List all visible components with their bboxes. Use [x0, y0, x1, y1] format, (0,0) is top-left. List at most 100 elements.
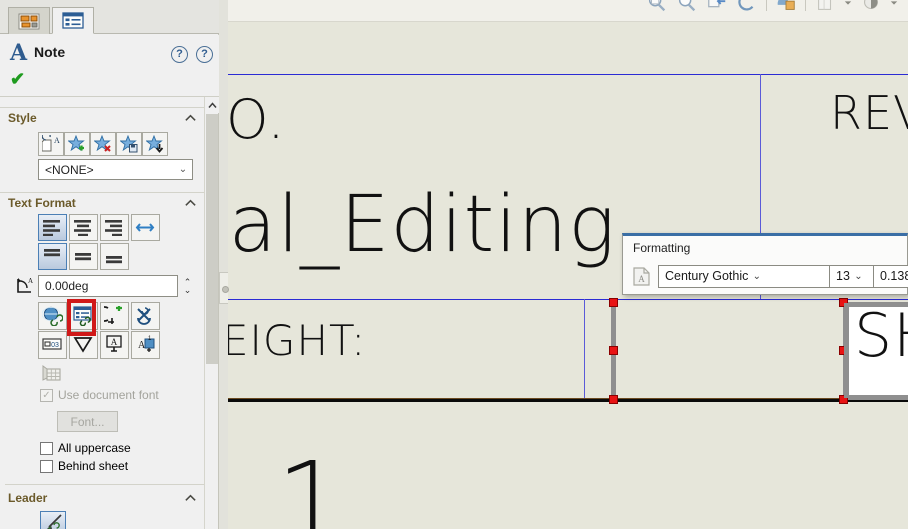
- property-manager-tab[interactable]: [52, 7, 94, 34]
- font-height-field[interactable]: 0.138in: [874, 264, 908, 288]
- font-family-combobox[interactable]: Century Gothic ⌄: [658, 264, 830, 288]
- leader-style-button[interactable]: [40, 511, 66, 529]
- property-list-icon: [62, 12, 84, 29]
- insert-datum-feature-button[interactable]: A 1: [131, 331, 160, 359]
- document-font-icon[interactable]: A: [631, 265, 652, 287]
- titleblock-rule-top: [228, 74, 908, 75]
- formatting-toolbar[interactable]: Formatting A Century Gothic ⌄ 13 ⌄ 0.138…: [622, 233, 908, 295]
- style-group-label: Style: [8, 111, 37, 125]
- chevron-down-icon[interactable]: ⌄: [850, 271, 867, 282]
- panel-splitter-grip[interactable]: [222, 286, 229, 293]
- svg-text:A: A: [111, 337, 118, 347]
- lock-unlock-note-button[interactable]: [131, 302, 160, 330]
- all-uppercase-row[interactable]: All uppercase: [40, 441, 131, 455]
- insert-hyperlink-button[interactable]: [38, 302, 67, 330]
- font-family-value: Century Gothic: [665, 269, 749, 283]
- stepper-down-icon[interactable]: ⌄: [184, 286, 192, 295]
- chevron-up-icon[interactable]: [184, 112, 197, 125]
- chevron-down-icon[interactable]: ⌄: [174, 164, 192, 175]
- drawing-text-sheet-number[interactable]: 1: [276, 438, 347, 529]
- font-size-combobox[interactable]: 13 ⌄: [830, 264, 874, 288]
- load-style-button[interactable]: [142, 132, 168, 156]
- align-center-button[interactable]: [69, 214, 98, 241]
- surface-finish-icon: A: [106, 335, 122, 352]
- tolerance-icon: [73, 337, 93, 353]
- view-toolbar[interactable]: [228, 0, 908, 22]
- all-uppercase-checkbox[interactable]: [40, 441, 53, 455]
- star-plus-icon: [68, 135, 85, 152]
- weightrow-handle-bottom[interactable]: [609, 395, 618, 404]
- apply-default-style-icon: A: [42, 135, 60, 152]
- view-orientation-icon[interactable]: [814, 0, 836, 14]
- text-angle-stepper[interactable]: ⌃ ⌄: [180, 275, 195, 297]
- titleblock-rule-middle: [228, 299, 908, 300]
- style-group-header[interactable]: Style: [0, 107, 205, 129]
- confirm-ok-button[interactable]: ✔: [10, 70, 25, 88]
- align-top-button[interactable]: [38, 243, 67, 270]
- titleblock-border-bottom: [228, 399, 908, 402]
- insert-table-button[interactable]: [38, 360, 67, 386]
- style-combobox[interactable]: <NONE> ⌄: [38, 159, 193, 180]
- drawing-text-rev[interactable]: REV: [830, 86, 908, 140]
- zoom-in-out-icon[interactable]: [676, 0, 698, 14]
- text-format-group-header[interactable]: Text Format: [0, 192, 205, 214]
- formatting-toolbar-title: Formatting: [633, 241, 691, 255]
- use-document-font-row[interactable]: ✓ Use document font: [40, 388, 159, 402]
- align-justify-button[interactable]: [131, 214, 160, 241]
- align-right-button[interactable]: [100, 214, 129, 241]
- align-left-button[interactable]: [38, 214, 67, 241]
- zoom-to-area-icon[interactable]: [646, 0, 668, 14]
- drawing-text-number[interactable]: O.: [228, 88, 285, 151]
- use-document-font-label: Use document font: [58, 388, 159, 402]
- star-save-icon: [120, 135, 138, 153]
- panel-splitter[interactable]: [219, 0, 228, 529]
- weightrow-handle-top[interactable]: [609, 298, 618, 307]
- add-style-button[interactable]: [64, 132, 90, 156]
- rotate-view-icon[interactable]: [736, 0, 758, 14]
- previous-view-icon[interactable]: [706, 0, 728, 14]
- formatting-controls-row: A Century Gothic ⌄ 13 ⌄ 0.138in: [631, 264, 908, 288]
- style-combobox-value: <NONE>: [45, 162, 94, 177]
- svg-text:A: A: [638, 274, 645, 284]
- property-manager-panel: A Note ? ? ✔ Style A <NONE> ⌄ Text Forma…: [0, 0, 219, 529]
- property-manager-header: [0, 35, 219, 97]
- insert-shape-button[interactable]: 03: [38, 331, 67, 359]
- drawing-text-title[interactable]: ial_Editing: [228, 180, 616, 270]
- add-symbol-icon: [104, 306, 122, 324]
- add-symbol-button[interactable]: [100, 302, 129, 330]
- selected-note-textbox[interactable]: SHEET: [843, 301, 908, 400]
- section-view-icon[interactable]: [775, 0, 797, 14]
- use-document-font-checkbox[interactable]: ✓: [40, 388, 53, 402]
- display-style-dropdown-icon[interactable]: [890, 0, 898, 7]
- no-style-button[interactable]: A: [38, 132, 64, 156]
- scrollbar-up-button[interactable]: [205, 97, 219, 113]
- font-button[interactable]: Font...: [57, 411, 118, 432]
- text-angle-input[interactable]: 0.00deg: [38, 275, 178, 297]
- behind-sheet-row[interactable]: Behind sheet: [40, 459, 128, 473]
- behind-sheet-label: Behind sheet: [58, 459, 129, 473]
- chevron-up-icon[interactable]: [184, 492, 197, 505]
- whats-new-help-icon[interactable]: ?: [171, 46, 188, 63]
- property-panel-scrollbar[interactable]: [204, 97, 219, 529]
- section-divider: [5, 484, 205, 485]
- drawing-text-weight[interactable]: EIGHT:: [228, 316, 366, 365]
- scrollbar-thumb[interactable]: [206, 114, 218, 364]
- behind-sheet-checkbox[interactable]: [40, 459, 53, 473]
- datum-feature-icon: A 1: [138, 336, 155, 352]
- feature-manager-tab[interactable]: [8, 7, 50, 34]
- chevron-down-icon[interactable]: ⌄: [748, 271, 765, 282]
- display-style-icon[interactable]: [860, 0, 882, 14]
- align-bottom-button[interactable]: [100, 243, 129, 270]
- weightrow-handle-middle[interactable]: [609, 346, 618, 355]
- view-orientation-dropdown-icon[interactable]: [844, 0, 852, 7]
- help-icon[interactable]: ?: [196, 46, 213, 63]
- leader-group-header[interactable]: Leader: [0, 488, 205, 510]
- save-style-button[interactable]: [116, 132, 142, 156]
- leader-group-label: Leader: [8, 491, 48, 505]
- delete-style-button[interactable]: [90, 132, 116, 156]
- application-window: O. ial_Editing REV EIGHT: 1 SHEET Format…: [0, 0, 908, 529]
- align-middle-button[interactable]: [69, 243, 98, 270]
- shape-box-icon: 03: [42, 338, 62, 350]
- chevron-up-icon[interactable]: [184, 197, 197, 210]
- insert-surface-finish-button[interactable]: A: [100, 331, 129, 359]
